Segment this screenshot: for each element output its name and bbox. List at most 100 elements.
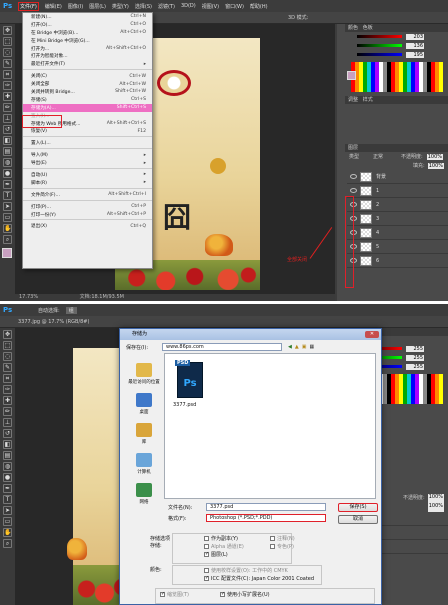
proof-option[interactable]: 使用校样设置(O): 工作中的 CMYK bbox=[204, 567, 288, 574]
layer-row[interactable]: 4 bbox=[347, 226, 448, 240]
eraser-icon[interactable]: ◧ bbox=[3, 136, 12, 145]
format-select[interactable]: Photoshop (*.PSD;*.PDD) bbox=[206, 514, 326, 522]
auto-select-group[interactable]: 组 bbox=[65, 306, 77, 314]
save-button[interactable]: 保存(S) bbox=[338, 503, 378, 512]
marquee-tool-icon[interactable]: ⬚ bbox=[3, 341, 12, 350]
history-brush-icon[interactable]: ↺ bbox=[3, 125, 12, 134]
menu-window[interactable]: 窗口(W) bbox=[225, 3, 244, 10]
file-menu-item[interactable]: 存储为(A)... Shift+Ctrl+S bbox=[23, 103, 152, 112]
file-menu-item[interactable]: 关闭(C) Ctrl+W bbox=[23, 72, 152, 80]
file-menu-item[interactable]: 在 Bridge 中浏览(B)... Alt+Ctrl+O bbox=[23, 29, 152, 37]
file-menu-item[interactable]: 打开为... Alt+Shift+Ctrl+O bbox=[23, 45, 152, 53]
file-menu-item[interactable]: 恢复(V) F12 bbox=[23, 127, 152, 135]
quick-select-icon[interactable]: ✎ bbox=[3, 363, 12, 372]
nav-desktop[interactable]: 桌面 bbox=[126, 393, 162, 419]
notes-option[interactable]: 注释(N) bbox=[270, 535, 295, 542]
blur-tool-icon[interactable]: ◍ bbox=[3, 158, 12, 167]
gradient-tool-icon[interactable]: ▤ bbox=[3, 147, 12, 156]
file-label[interactable]: 3377.psd bbox=[173, 402, 196, 408]
nav-computer[interactable]: 计算机 bbox=[126, 453, 162, 479]
layer-row[interactable]: 3 bbox=[347, 212, 448, 226]
brush-tool-icon[interactable]: ✏ bbox=[3, 407, 12, 416]
document-tab[interactable]: 3377.jpg @ 17.7% (RGB/8#) bbox=[18, 319, 89, 325]
lasso-tool-icon[interactable]: ◌ bbox=[3, 48, 12, 57]
history-brush-icon[interactable]: ↺ bbox=[3, 429, 12, 438]
alpha-option[interactable]: Alpha 通道(E) bbox=[204, 543, 244, 550]
menu-file[interactable]: 文件(F) bbox=[18, 1, 39, 11]
up-folder-icon[interactable]: ▲ bbox=[295, 344, 299, 350]
opacity-value[interactable]: 100% bbox=[427, 494, 444, 503]
adjust-panel-tab[interactable]: 调整 样式 bbox=[345, 96, 448, 104]
menu-3d[interactable]: 3D(D) bbox=[181, 3, 196, 9]
path-select-icon[interactable]: ➤ bbox=[3, 202, 12, 211]
dodge-tool-icon[interactable]: ● bbox=[3, 473, 12, 482]
foreground-color-swatch[interactable] bbox=[2, 248, 12, 258]
dodge-tool-icon[interactable]: ● bbox=[3, 169, 12, 178]
back-icon[interactable]: ◀ bbox=[288, 344, 292, 350]
file-menu-item[interactable]: 存储(S) Ctrl+S bbox=[23, 96, 152, 104]
color-ramp[interactable] bbox=[351, 62, 443, 92]
eye-icon[interactable] bbox=[350, 188, 357, 193]
psd-file-icon[interactable]: PSD Ps bbox=[175, 360, 203, 398]
pen-tool-icon[interactable]: ✒ bbox=[3, 180, 12, 189]
as-copy-option[interactable]: 作为副本(Y) bbox=[204, 535, 238, 542]
eyedropper-icon[interactable]: ✑ bbox=[3, 385, 12, 394]
blur-tool-icon[interactable]: ◍ bbox=[3, 462, 12, 471]
crop-tool-icon[interactable]: ⌗ bbox=[3, 374, 12, 383]
path-select-icon[interactable]: ➤ bbox=[3, 506, 12, 515]
nav-network[interactable]: 网络 bbox=[126, 483, 162, 509]
menu-type[interactable]: 类型(Y) bbox=[112, 3, 129, 10]
file-menu-item[interactable]: 文件简介(F)... Alt+Shift+Ctrl+I bbox=[23, 191, 152, 199]
hand-tool-icon[interactable]: ✋ bbox=[3, 528, 12, 537]
menu-view[interactable]: 视图(V) bbox=[202, 3, 219, 10]
save-in-combo[interactable]: www.86ps.com bbox=[162, 343, 282, 351]
file-menu-item[interactable]: 导出(E) ▸ bbox=[23, 159, 152, 167]
lasso-tool-icon[interactable]: ◌ bbox=[3, 352, 12, 361]
file-menu-item[interactable]: 在 Mini Bridge 中浏览(G)... bbox=[23, 37, 152, 45]
menu-select[interactable]: 选择(S) bbox=[135, 3, 152, 10]
lowercase-ext-option[interactable]: 使用小写扩展名(U) bbox=[220, 591, 270, 598]
layers-option[interactable]: 图层(L) bbox=[204, 551, 228, 558]
healing-brush-icon[interactable]: ✚ bbox=[3, 396, 12, 405]
layer-row[interactable]: 背景 bbox=[347, 170, 448, 184]
file-menu-item[interactable]: 打印(P)... Ctrl+P bbox=[23, 203, 152, 211]
menu-layer[interactable]: 图层(L) bbox=[89, 3, 106, 10]
move-tool-icon[interactable]: ✥ bbox=[3, 26, 12, 35]
file-menu-item[interactable]: 置入(L)... bbox=[23, 139, 152, 147]
kind-filter[interactable]: 类型 bbox=[349, 153, 359, 160]
view-menu-icon[interactable]: ▦ bbox=[309, 344, 314, 350]
clone-stamp-icon[interactable]: ⊥ bbox=[3, 418, 12, 427]
gradient-tool-icon[interactable]: ▤ bbox=[3, 451, 12, 460]
quick-select-icon[interactable]: ✎ bbox=[3, 59, 12, 68]
file-menu-item[interactable]: 打开为智能对象... bbox=[23, 52, 152, 60]
layer-row[interactable]: 1 bbox=[347, 184, 448, 198]
menu-edit[interactable]: 编辑(E) bbox=[45, 3, 62, 10]
file-menu-item[interactable]: 退出(X) Ctrl+Q bbox=[23, 222, 152, 230]
menu-image[interactable]: 图像(I) bbox=[68, 3, 83, 10]
file-menu-item[interactable]: 最近打开文件(T) ▸ bbox=[23, 60, 152, 68]
menu-help[interactable]: 帮助(H) bbox=[250, 3, 268, 10]
layer-row[interactable]: 2 bbox=[347, 198, 448, 212]
marquee-tool-icon[interactable]: ⬚ bbox=[3, 37, 12, 46]
eyedropper-icon[interactable]: ✑ bbox=[3, 81, 12, 90]
layers-panel-tab[interactable]: 图层 bbox=[345, 144, 448, 152]
file-menu-item[interactable]: 打开(O)... Ctrl+O bbox=[23, 21, 152, 29]
filename-input[interactable]: 3377.psd bbox=[206, 503, 326, 511]
fill-value[interactable]: 100% bbox=[427, 503, 444, 512]
pen-tool-icon[interactable]: ✒ bbox=[3, 484, 12, 493]
file-menu-item[interactable]: 关闭并转到 Bridge... Shift+Ctrl+W bbox=[23, 88, 152, 96]
icc-option[interactable]: ICC 配置文件(C): Japan Color 2001 Coated bbox=[204, 575, 314, 582]
menu-filter[interactable]: 滤镜(T) bbox=[158, 3, 175, 10]
hand-tool-icon[interactable]: ✋ bbox=[3, 224, 12, 233]
move-tool-icon[interactable]: ✥ bbox=[3, 330, 12, 339]
thumbnail-option[interactable]: 缩览图(T) bbox=[160, 591, 189, 598]
healing-brush-icon[interactable]: ✚ bbox=[3, 92, 12, 101]
shape-tool-icon[interactable]: ▭ bbox=[3, 213, 12, 222]
layer-row[interactable]: 6 bbox=[347, 254, 448, 268]
opacity-value[interactable]: 100% bbox=[426, 153, 444, 160]
file-menu-item[interactable]: 新建(N)... Ctrl+N bbox=[23, 13, 152, 21]
color-panel-tab[interactable]: 颜色 色板 bbox=[345, 24, 448, 32]
nav-library[interactable]: 库 bbox=[126, 423, 162, 449]
eye-icon[interactable] bbox=[350, 174, 357, 179]
eraser-icon[interactable]: ◧ bbox=[3, 440, 12, 449]
